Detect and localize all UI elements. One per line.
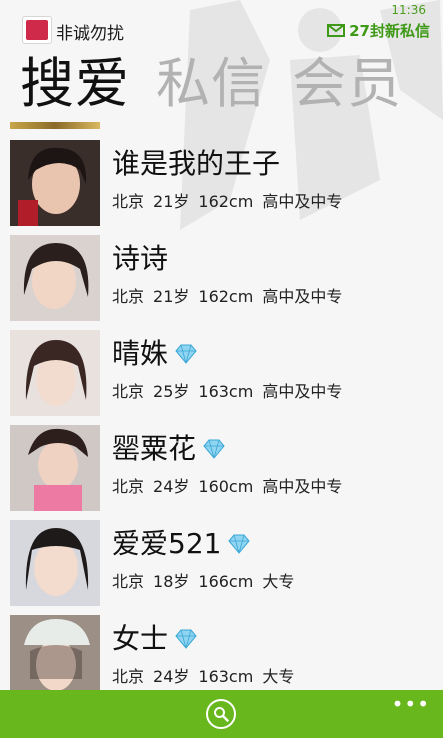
profile-photo[interactable]: [10, 615, 100, 690]
profile-age: 18岁: [153, 572, 190, 591]
profile-info: 北京 21岁 162cm 高中及中专: [112, 188, 351, 212]
profile-height: 160cm: [198, 477, 254, 496]
vip-diamond-icon: [175, 629, 197, 649]
pivot-header: 搜爱 私信 会员: [20, 46, 428, 122]
list-item[interactable]: 谁是我的王子 北京 21岁 162cm 高中及中专: [0, 140, 443, 232]
profile-education: 高中及中专: [262, 477, 343, 496]
vip-diamond-icon: [175, 344, 197, 364]
vip-diamond-icon: [228, 534, 251, 554]
list-item[interactable]: 罂粟花 北京 24岁 160cm 高中及中专: [0, 425, 443, 517]
profile-photo[interactable]: [10, 140, 100, 226]
vip-diamond-icon: [203, 439, 225, 459]
profile-name: 诗诗: [112, 242, 169, 275]
profile-photo[interactable]: [10, 122, 100, 129]
more-options-button[interactable]: •••: [392, 692, 430, 716]
profile-height: 163cm: [198, 667, 254, 686]
profile-name: 谁是我的王子: [112, 147, 281, 180]
profile-age: 21岁: [153, 192, 190, 211]
profile-height: 163cm: [198, 382, 254, 401]
profile-age: 25岁: [153, 382, 190, 401]
profile-info: 北京 25岁 163cm 高中及中专: [112, 378, 351, 402]
profile-education: 高中及中专: [262, 287, 343, 306]
search-button[interactable]: [206, 699, 236, 729]
profile-info: 北京 24岁 163cm 大专: [112, 663, 303, 687]
profile-height: 162cm: [198, 192, 254, 211]
profile-age: 24岁: [153, 477, 190, 496]
tab-membership[interactable]: 会员: [292, 46, 402, 122]
profile-name: 晴姝: [112, 337, 169, 370]
profile-height: 162cm: [198, 287, 254, 306]
profile-city: 北京: [112, 192, 145, 211]
app-bar: •••: [0, 690, 443, 738]
profile-list[interactable]: 谁是我的王子 北京 21岁 162cm 高中及中专 诗诗 北京 21岁 162cm 高中及中…: [0, 122, 443, 690]
list-item[interactable]: 爱爱521 北京 18岁 166cm 大专: [0, 520, 443, 612]
list-item[interactable]: 晴姝 北京 25岁 163cm 高中及中专: [0, 330, 443, 422]
profile-name: 女士: [112, 622, 169, 655]
tab-search-love[interactable]: 搜爱: [20, 46, 130, 122]
app-logo: [22, 16, 52, 44]
mail-icon: [327, 24, 346, 37]
profile-city: 北京: [112, 287, 145, 306]
profile-info: 北京 21岁 162cm 高中及中专: [112, 283, 351, 307]
profile-name: 罂粟花: [112, 432, 197, 465]
profile-education: 大专: [262, 667, 295, 686]
profile-photo[interactable]: [10, 425, 100, 511]
profile-education: 高中及中专: [262, 192, 343, 211]
profile-city: 北京: [112, 477, 145, 496]
tab-private-messages[interactable]: 私信: [156, 46, 266, 122]
app-name: 非诚勿扰: [56, 24, 124, 44]
search-icon: [214, 707, 229, 722]
list-item[interactable]: 诗诗 北京 21岁 162cm 高中及中专: [0, 235, 443, 327]
profile-info: 北京 18岁 166cm 大专: [112, 568, 303, 592]
profile-city: 北京: [112, 382, 145, 401]
profile-age: 24岁: [153, 667, 190, 686]
profile-photo[interactable]: [10, 330, 100, 416]
profile-age: 21岁: [153, 287, 190, 306]
profile-info: 北京 24岁 160cm 高中及中专: [112, 473, 351, 497]
profile-education: 大专: [262, 572, 295, 591]
profile-photo[interactable]: [10, 235, 100, 321]
profile-photo[interactable]: [10, 520, 100, 606]
profile-city: 北京: [112, 572, 145, 591]
new-messages-label: 27封新私信: [349, 22, 430, 40]
list-item[interactable]: 女士 北京 24岁 163cm 大专: [0, 615, 443, 690]
new-messages-notice[interactable]: 27封新私信: [327, 20, 430, 41]
profile-education: 高中及中专: [262, 382, 343, 401]
profile-city: 北京: [112, 667, 145, 686]
profile-name: 爱爱521: [112, 527, 222, 560]
status-time: 11:36: [391, 3, 426, 17]
profile-height: 166cm: [198, 572, 254, 591]
